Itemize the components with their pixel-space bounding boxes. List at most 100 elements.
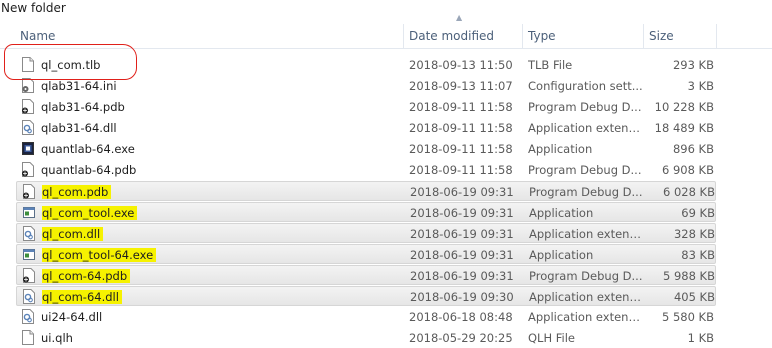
file-date: 2018-06-18 08:48 [409, 310, 513, 324]
file-name: ql_com_tool.exe [42, 206, 402, 220]
file-date: 2018-09-13 11:07 [409, 79, 513, 93]
file-type: TLB File [528, 58, 573, 72]
file-name: quantlab-64.exe [41, 142, 401, 156]
file-name: ql_com-64.pdb [42, 269, 402, 283]
app-exe-icon [22, 141, 34, 156]
file-size: 6 908 KB [661, 163, 714, 177]
file-name: ui.qlh [41, 331, 401, 345]
file-name-text: ql_com-64.dll [42, 290, 122, 304]
column-divider[interactable] [522, 24, 523, 48]
dll-file-icon [22, 120, 34, 135]
file-size: 896 KB [672, 142, 714, 156]
file-name: qlab31-64.pdb [41, 100, 401, 114]
file-row[interactable]: qlab31-64.pdb 2018-09-11 11:58 Program Deb… [16, 97, 716, 117]
column-divider[interactable] [403, 24, 404, 48]
file-date: 2018-09-11 11:58 [409, 142, 513, 156]
file-name-text: ql_com.tlb [41, 58, 101, 72]
file-date: 2018-06-19 09:31 [410, 227, 514, 241]
file-name-text: qlab31-64.ini [41, 79, 117, 93]
file-type: Program Debug D... [529, 269, 643, 283]
settings-file-icon [22, 78, 34, 93]
file-type: Application extens... [529, 227, 644, 241]
file-row[interactable]: ql_com.dll 2018-06-19 09:31 Application ex… [16, 223, 716, 244]
file-date: 2018-09-11 11:58 [409, 121, 513, 135]
pdb-file-icon [23, 184, 35, 199]
file-name-text: ql_com_tool.exe [42, 206, 138, 220]
file-row[interactable]: ql_com-64.pdb 2018-06-19 09:31 Program Deb… [16, 265, 716, 286]
blank-file-icon [22, 330, 34, 345]
file-size: 18 489 KB [654, 121, 714, 135]
file-size: 328 KB [673, 227, 715, 241]
folder-title: New folder [1, 1, 66, 15]
file-row[interactable]: ql_com_tool-64.exe 2018-06-19 09:31 Applic… [16, 244, 716, 265]
file-row[interactable]: ui24-64.dll 2018-06-18 08:48 Application e… [16, 307, 716, 327]
column-header-date[interactable]: Date modified [409, 29, 494, 43]
file-row[interactable]: ql_com_tool.exe 2018-06-19 09:31 Applicati… [16, 202, 716, 223]
file-name: quantlab-64.pdb [41, 163, 401, 177]
sort-indicator-icon: ▲ [456, 13, 463, 22]
file-name: ql_com_tool-64.exe [42, 248, 402, 262]
file-size: 293 KB [672, 58, 714, 72]
column-divider[interactable] [716, 24, 717, 48]
column-header-name[interactable]: Name [20, 29, 55, 43]
file-date: 2018-09-13 11:50 [409, 58, 513, 72]
file-row[interactable]: qlab31-64.ini 2018-09-13 11:07 Configurati… [16, 76, 716, 96]
dll-file-icon [23, 289, 35, 304]
file-size: 5 580 KB [661, 310, 714, 324]
file-size: 1 KB [687, 331, 714, 345]
column-header-size[interactable]: Size [649, 29, 674, 43]
window-exe-icon [23, 247, 35, 262]
file-type: QLH File [528, 331, 576, 345]
file-type: Program Debug D... [528, 100, 642, 114]
file-date: 2018-06-19 09:31 [410, 248, 514, 262]
file-size: 3 KB [687, 79, 714, 93]
file-row[interactable]: ql_com-64.dll 2018-06-19 09:30 Application… [16, 286, 716, 307]
blank-file-icon [22, 57, 34, 72]
file-name-text: ql_com.pdb [42, 185, 112, 199]
file-name: ql_com.dll [42, 227, 402, 241]
file-name: ui24-64.dll [41, 310, 401, 324]
dll-file-icon [22, 309, 34, 324]
pdb-file-icon [23, 268, 35, 283]
file-name-text: qlab31-64.pdb [41, 100, 125, 114]
file-date: 2018-06-19 09:30 [410, 290, 514, 304]
file-name-text: ui24-64.dll [41, 310, 103, 324]
file-size: 69 KB [681, 206, 715, 220]
file-size: 83 KB [681, 248, 715, 262]
file-name-text: ui.qlh [41, 331, 73, 345]
file-size: 10 228 KB [654, 100, 714, 114]
file-type: Application extens... [529, 290, 644, 304]
file-type: Application [529, 248, 594, 262]
file-name: ql_com-64.dll [42, 290, 402, 304]
dll-file-icon [23, 226, 35, 241]
file-row[interactable]: quantlab-64.exe 2018-09-11 11:58 Applicati… [16, 139, 716, 159]
file-name-text: ql_com.dll [42, 227, 104, 241]
column-divider[interactable] [643, 24, 644, 48]
file-row[interactable]: quantlab-64.pdb 2018-09-11 11:58 Program D… [16, 160, 716, 180]
file-row[interactable]: qlab31-64.dll 2018-09-11 11:58 Application… [16, 118, 716, 138]
file-date: 2018-06-19 09:31 [410, 206, 514, 220]
file-row[interactable]: ql_com.tlb 2018-09-13 11:50 TLB File 293 KB [16, 55, 716, 75]
file-name: ql_com.tlb [41, 58, 401, 72]
window-exe-icon [23, 205, 35, 220]
file-type: Program Debug D... [529, 185, 643, 199]
file-size: 6 028 KB [662, 185, 715, 199]
file-type: Application [529, 206, 594, 220]
file-row[interactable]: ql_com.pdb 2018-06-19 09:31 Program Debug … [16, 181, 716, 202]
file-name-text: ql_com_tool-64.exe [42, 248, 157, 262]
file-name-text: quantlab-64.pdb [41, 163, 137, 177]
file-size: 405 KB [673, 290, 715, 304]
file-type: Program Debug D... [528, 163, 642, 177]
file-name-text: qlab31-64.dll [41, 121, 117, 135]
column-header-type[interactable]: Type [528, 29, 556, 43]
file-type: Configuration sett... [528, 79, 643, 93]
file-name-text: quantlab-64.exe [41, 142, 135, 156]
file-date: 2018-09-11 11:58 [409, 163, 513, 177]
file-name: ql_com.pdb [42, 185, 402, 199]
file-date: 2018-06-19 09:31 [410, 185, 514, 199]
file-type: Application [528, 142, 593, 156]
file-date: 2018-05-29 20:25 [409, 331, 513, 345]
file-row[interactable]: ui.qlh 2018-05-29 20:25 QLH File 1 KB [16, 328, 716, 348]
file-date: 2018-06-19 09:31 [410, 269, 514, 283]
file-type: Application extens... [528, 310, 643, 324]
